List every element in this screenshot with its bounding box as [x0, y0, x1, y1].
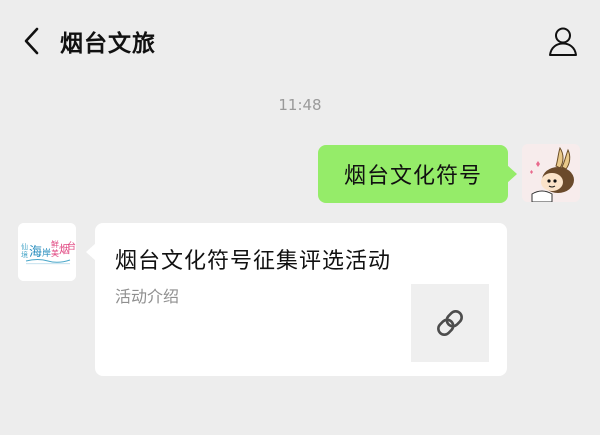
svg-text:岸: 岸 — [42, 248, 51, 259]
cartoon-avatar-image — [522, 144, 580, 202]
message-timestamp: 11:48 — [278, 96, 322, 114]
my-message-text: 烟台文化符号 — [344, 164, 483, 189]
back-button[interactable] — [18, 26, 44, 56]
link-card-title: 烟台文化符号征集评选活动 — [115, 249, 392, 274]
my-message-bubble[interactable]: 烟台文化符号 — [318, 145, 518, 203]
svg-text:鲜: 鲜 — [51, 239, 59, 249]
link-icon — [437, 310, 463, 336]
svg-text:台: 台 — [67, 240, 76, 252]
link-card-description: 活动介绍 — [115, 287, 180, 306]
yantai-tourism-logo: 仙 境 海 岸 鲜 美 烟 台 — [18, 223, 76, 281]
chat-title: 烟台文旅 — [60, 31, 156, 57]
link-card-thumbnail — [411, 284, 489, 362]
my-avatar[interactable] — [522, 144, 580, 202]
profile-button[interactable] — [546, 24, 580, 58]
svg-text:海: 海 — [29, 245, 42, 260]
chevron-left-icon — [24, 27, 39, 55]
chat-header: 烟台文旅 — [0, 0, 600, 84]
svg-text:美: 美 — [51, 248, 59, 258]
svg-text:境: 境 — [21, 250, 28, 259]
account-avatar[interactable]: 仙 境 海 岸 鲜 美 烟 台 — [18, 223, 76, 281]
person-icon — [549, 27, 577, 56]
svg-text:仙: 仙 — [21, 242, 28, 251]
link-card[interactable]: 烟台文化符号征集评选活动 活动介绍 — [86, 223, 507, 376]
